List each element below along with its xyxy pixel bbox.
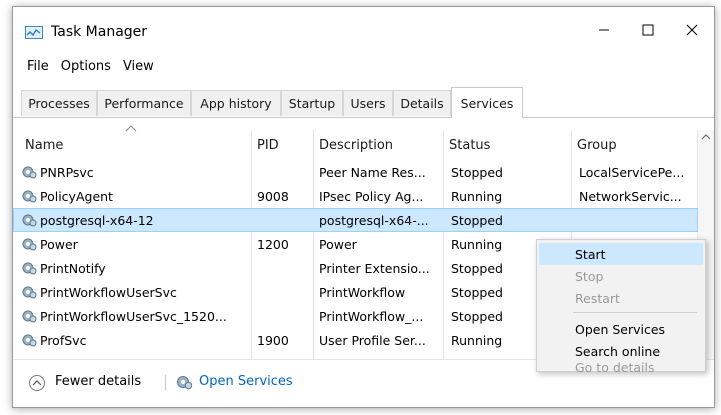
gear-service-icon <box>22 190 37 203</box>
maximize-icon <box>642 24 654 36</box>
service-name: ProfSvc <box>40 332 87 348</box>
column-header-group[interactable]: Group <box>571 130 695 160</box>
pid-cell <box>257 208 311 232</box>
gear-service-icon <box>22 238 37 251</box>
pid-cell <box>257 160 311 184</box>
gear-service-icon <box>22 214 37 227</box>
minimize-button[interactable] <box>582 7 626 53</box>
title-bar[interactable]: Task Manager <box>13 7 714 59</box>
pid-cell: 1200 <box>257 236 289 252</box>
scroll-up-arrow-icon[interactable] <box>700 132 712 142</box>
description-cell: IPsec Policy Ag... <box>319 188 424 204</box>
service-name: PNRPsvc <box>40 164 94 180</box>
menu-view[interactable]: View <box>117 57 160 79</box>
context-menu: Start Stop Restart Open Services Search … <box>536 239 706 375</box>
footer-separator <box>165 375 166 391</box>
context-menu-restart[interactable]: Restart <box>539 287 703 309</box>
description-cell: Printer Extensio... <box>319 260 430 276</box>
description-cell: Power <box>319 236 357 252</box>
fewer-details-link[interactable]: Fewer details <box>55 374 141 389</box>
minimize-icon <box>599 29 609 31</box>
group-cell: LocalServicePe... <box>579 164 685 180</box>
service-name: Power <box>40 236 78 252</box>
context-menu-open-services[interactable]: Open Services <box>539 318 703 340</box>
close-icon <box>686 24 698 36</box>
tab-users[interactable]: Users <box>343 90 393 116</box>
menu-bar: File Options View <box>21 57 160 79</box>
pid-cell: 9008 <box>257 188 289 204</box>
menu-options[interactable]: Options <box>55 57 117 79</box>
window-title: Task Manager <box>51 24 148 40</box>
table-row[interactable]: PNRPsvc Peer Name Res... Stopped LocalSe… <box>13 160 698 184</box>
fewer-details-button[interactable] <box>29 375 45 391</box>
column-header-status[interactable]: Status <box>443 130 571 160</box>
menu-file[interactable]: File <box>21 57 55 79</box>
gear-service-icon <box>22 334 37 347</box>
group-cell: NetworkServic... <box>579 188 682 204</box>
tab-details[interactable]: Details <box>393 90 451 116</box>
pid-cell <box>257 304 311 328</box>
service-name: PrintWorkflowUserSvc <box>40 284 177 300</box>
context-menu-separator <box>573 312 697 313</box>
gear-service-icon <box>22 166 37 179</box>
pid-cell: 1900 <box>257 332 289 348</box>
column-header-pid[interactable]: PID <box>251 130 313 160</box>
description-cell: User Profile Ser... <box>319 332 426 348</box>
chevron-up-icon <box>32 380 42 386</box>
service-name-cell: PrintWorkflowUserSvc <box>21 280 249 304</box>
maximize-button[interactable] <box>626 7 670 53</box>
service-name-cell: ProfSvc <box>21 328 249 352</box>
service-name: PrintWorkflowUserSvc_1520... <box>40 308 227 324</box>
task-manager-icon <box>25 26 43 39</box>
group-cell <box>579 208 689 232</box>
table-row-selected[interactable]: postgresql-x64-12 postgresql-x64-... Sto… <box>13 208 698 232</box>
open-services-icon[interactable] <box>175 373 193 391</box>
service-name-cell: PolicyAgent <box>21 184 249 208</box>
table-row[interactable]: PolicyAgent 9008 IPsec Policy Ag... Runn… <box>13 184 698 208</box>
service-name: PolicyAgent <box>40 188 113 204</box>
service-name-cell: PrintWorkflowUserSvc_1520... <box>21 304 249 328</box>
tab-processes[interactable]: Processes <box>21 90 97 116</box>
service-name: postgresql-x64-12 <box>40 212 154 228</box>
context-menu-stop[interactable]: Stop <box>539 265 703 287</box>
description-cell: PrintWorkflow <box>319 284 406 300</box>
status-cell: Stopped <box>451 164 503 180</box>
tab-performance[interactable]: Performance <box>97 90 191 116</box>
status-cell: Running <box>451 188 503 204</box>
description-cell: PrintWorkflow_... <box>319 308 424 324</box>
service-name-cell: PrintNotify <box>21 256 249 280</box>
tab-services[interactable]: Services <box>451 87 523 118</box>
close-button[interactable] <box>670 7 714 53</box>
gear-service-icon <box>22 310 37 323</box>
service-name-cell: Power <box>21 232 249 256</box>
description-cell: postgresql-x64-... <box>319 212 429 228</box>
column-header-description[interactable]: Description <box>313 130 443 160</box>
gear-service-icon <box>22 286 37 299</box>
pid-cell <box>257 280 311 304</box>
context-menu-go-to-details[interactable]: Go to details <box>539 360 703 375</box>
status-cell: Stopped <box>451 212 503 228</box>
description-cell: Peer Name Res... <box>319 164 426 180</box>
tab-startup[interactable]: Startup <box>281 90 343 116</box>
service-name: PrintNotify <box>40 260 106 276</box>
service-name-cell: postgresql-x64-12 <box>21 208 249 232</box>
context-menu-start[interactable]: Start <box>539 243 703 265</box>
tab-strip: Processes Performance App history Startu… <box>13 87 714 118</box>
gear-service-icon <box>22 262 37 275</box>
tab-app-history[interactable]: App history <box>191 90 281 116</box>
service-name-cell: PNRPsvc <box>21 160 249 184</box>
open-services-link[interactable]: Open Services <box>199 374 293 389</box>
column-header-name[interactable]: Name <box>19 130 249 160</box>
pid-cell <box>257 256 311 280</box>
